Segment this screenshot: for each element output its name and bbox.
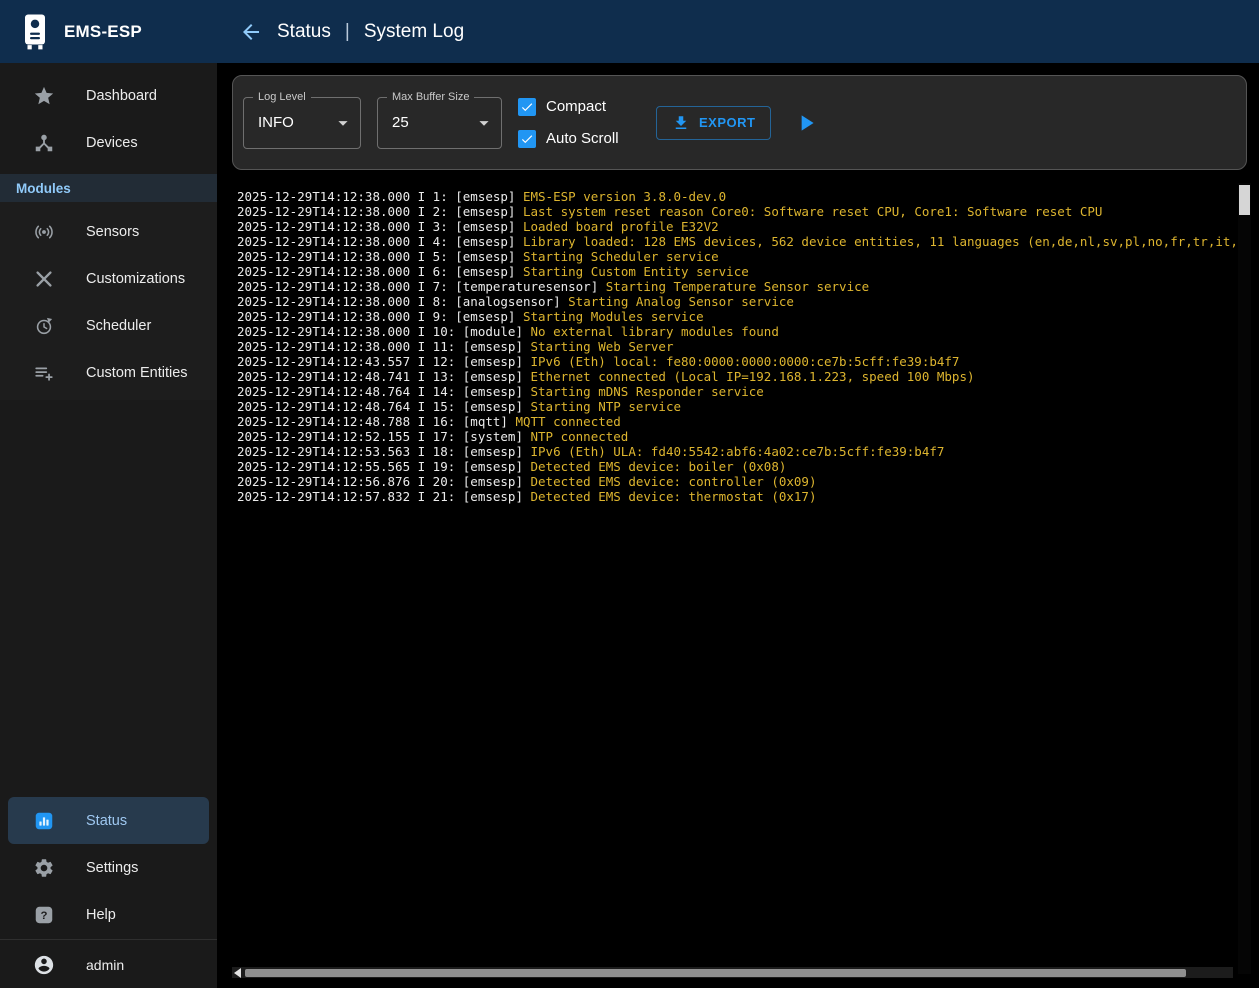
export-button[interactable]: EXPORT [656,106,771,140]
log-view: 2025-12-29T14:12:38.000 I 1: [emsesp] EM… [237,189,1235,962]
compact-checkbox[interactable]: Compact [518,98,640,116]
sidebar-item-status[interactable]: Status [8,797,209,844]
log-line: 2025-12-29T14:12:43.557 I 12: [emsesp] I… [237,354,1235,369]
log-line: 2025-12-29T14:12:38.000 I 5: [emsesp] St… [237,249,1235,264]
update-clock-icon [33,315,55,337]
log-line: 2025-12-29T14:12:38.000 I 11: [emsesp] S… [237,339,1235,354]
breadcrumb-section: Status [277,21,331,43]
log-lines: 2025-12-29T14:12:38.000 I 1: [emsesp] EM… [237,189,1235,504]
sidebar-item-sensors[interactable]: Sensors [0,208,217,255]
sidebar-item-label: Scheduler [86,318,151,334]
sidebar-item-label: Status [86,813,127,829]
log-line: 2025-12-29T14:12:48.741 I 13: [emsesp] E… [237,369,1235,384]
sidebar-item-devices[interactable]: Devices [0,119,217,166]
help-icon: ? [33,904,55,926]
scroll-left-arrow-icon[interactable] [234,968,241,978]
log-line: 2025-12-29T14:12:55.565 I 19: [emsesp] D… [237,459,1235,474]
compact-label: Compact [546,98,606,115]
page-title: System Log [364,21,464,43]
back-arrow-icon[interactable] [239,20,263,44]
log-level-select[interactable]: Log Level INFO [243,97,361,149]
sidebar-item-help[interactable]: ? Help [0,891,217,938]
log-line: 2025-12-29T14:12:38.000 I 7: [temperatur… [237,279,1235,294]
max-buffer-size-select[interactable]: Max Buffer Size 25 [377,97,502,149]
sidebar-item-settings[interactable]: Settings [0,844,217,891]
modules-section-label: Modules [16,181,71,196]
log-line: 2025-12-29T14:12:48.788 I 16: [mqtt] MQT… [237,414,1235,429]
device-hub-icon [33,132,55,154]
user-label: admin [86,957,124,973]
sidebar-divider [0,939,217,940]
sidebar-item-label: Customizations [86,271,185,287]
sidebar-modules-group: Sensors Customizations Scheduler [0,202,217,400]
play-icon [793,110,819,136]
auto-scroll-checkbox[interactable]: Auto Scroll [518,130,640,148]
log-level-value: INFO [244,114,332,131]
svg-text:?: ? [41,910,48,922]
max-buffer-size-value: 25 [378,114,473,131]
log-line: 2025-12-29T14:12:57.832 I 21: [emsesp] D… [237,489,1235,504]
sidebar-item-custom-entities[interactable]: Custom Entities [0,349,217,396]
sidebar-item-label: Dashboard [86,88,157,104]
main-content: Log Level INFO Max Buffer Size 25 Compac… [217,63,1259,988]
download-icon [672,114,690,132]
sidebar-item-label: Custom Entities [86,365,188,381]
sidebar-item-customizations[interactable]: Customizations [0,255,217,302]
sidebar: Dashboard Devices Modules Sensors [0,63,217,988]
sensors-icon [33,221,55,243]
chevron-down-icon [473,112,501,134]
log-line: 2025-12-29T14:12:52.155 I 17: [system] N… [237,429,1235,444]
sidebar-section-modules: Modules [0,174,217,202]
construction-icon [33,268,55,290]
sidebar-item-scheduler[interactable]: Scheduler [0,302,217,349]
sidebar-bottom-group: Status Settings ? Help admin [0,797,217,988]
log-level-label: Log Level [253,90,311,104]
breadcrumb-separator: | [345,21,350,43]
log-line: 2025-12-29T14:12:56.876 I 20: [emsesp] D… [237,474,1235,489]
log-line: 2025-12-29T14:12:48.764 I 14: [emsesp] S… [237,384,1235,399]
play-button[interactable] [793,110,819,136]
log-line: 2025-12-29T14:12:48.764 I 15: [emsesp] S… [237,399,1235,414]
log-line: 2025-12-29T14:12:38.000 I 6: [emsesp] St… [237,264,1235,279]
sidebar-item-admin[interactable]: admin [0,941,217,988]
auto-scroll-label: Auto Scroll [546,130,619,147]
app-title: EMS-ESP [64,22,142,42]
log-line: 2025-12-29T14:12:38.000 I 2: [emsesp] La… [237,204,1235,219]
log-line: 2025-12-29T14:12:38.000 I 9: [emsesp] St… [237,309,1235,324]
log-vscroll-thumb[interactable] [1239,185,1250,215]
log-line: 2025-12-29T14:12:38.000 I 4: [emsesp] Li… [237,234,1235,249]
log-line: 2025-12-29T14:12:38.000 I 8: [analogsens… [237,294,1235,309]
log-toolbar: Log Level INFO Max Buffer Size 25 Compac… [232,75,1247,170]
sidebar-top-group: Dashboard Devices [0,63,217,166]
sidebar-item-label: Devices [86,135,138,151]
breadcrumb: Status | System Log [239,20,464,44]
gear-icon [33,857,55,879]
checkbox-checked-icon [518,98,536,116]
checkbox-checked-icon [518,130,536,148]
log-hscroll-thumb[interactable] [245,969,1186,977]
app-header: EMS-ESP Status | System Log [0,0,1259,63]
star-icon [33,85,55,107]
playlist-add-icon [33,362,55,384]
checkbox-column: Compact Auto Scroll [518,98,640,148]
sidebar-item-label: Help [86,907,116,923]
account-circle-icon [33,954,55,976]
log-line: 2025-12-29T14:12:53.563 I 18: [emsesp] I… [237,444,1235,459]
chevron-down-icon [332,112,360,134]
brand: EMS-ESP [0,0,217,63]
log-line: 2025-12-29T14:12:38.000 I 1: [emsesp] EM… [237,189,1235,204]
log-horizontal-scrollbar[interactable] [232,967,1233,978]
sidebar-item-label: Settings [86,860,138,876]
sidebar-item-dashboard[interactable]: Dashboard [0,72,217,119]
log-vertical-scrollbar[interactable] [1238,183,1251,974]
log-line: 2025-12-29T14:12:38.000 I 10: [module] N… [237,324,1235,339]
max-buffer-size-label: Max Buffer Size [387,90,474,104]
log-line: 2025-12-29T14:12:38.000 I 3: [emsesp] Lo… [237,219,1235,234]
sidebar-item-label: Sensors [86,224,139,240]
analytics-icon [33,810,55,832]
emsesp-logo-icon [20,13,50,51]
